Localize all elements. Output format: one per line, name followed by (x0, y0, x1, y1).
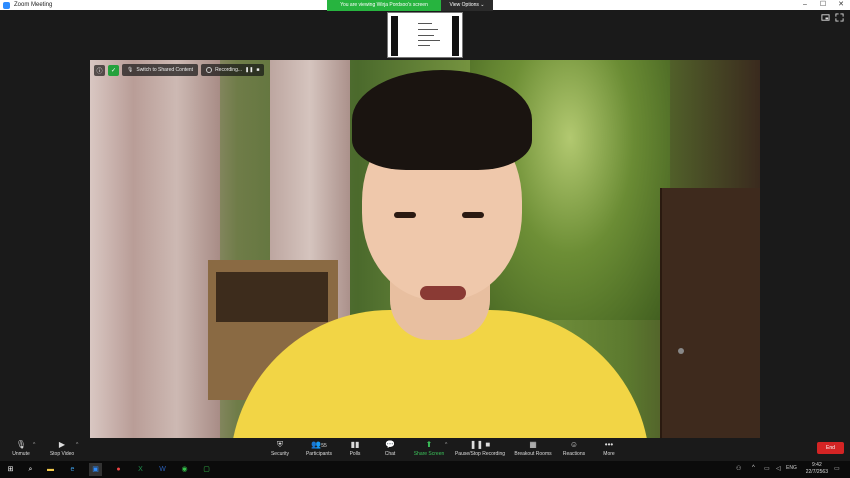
thumbnail-text-line (418, 23, 432, 24)
fullscreen-icon[interactable] (835, 13, 844, 22)
clock-time: 9:42 (812, 462, 822, 468)
speaker-eye-right (462, 212, 484, 218)
thumbnail-black-bar-right (452, 16, 459, 56)
breakout-rooms-label: Breakout Rooms (514, 451, 552, 457)
speaker-eye-left (394, 212, 416, 218)
view-options-button[interactable]: View Options ⌄ (441, 0, 493, 11)
video-door-knob (678, 348, 684, 354)
chrome-icon[interactable]: ● (112, 463, 125, 476)
window-controls: – ☐ ✕ (796, 0, 850, 10)
share-screen-button[interactable]: ⬆ Share Screen (412, 439, 446, 460)
reactions-label: Reactions (562, 451, 586, 457)
viewing-message: You are viewing Wirja Pordsoo's screen (327, 0, 441, 11)
chat-button[interactable]: 💬 Chat (380, 439, 400, 460)
muted-mic-icon: 🎙 (15, 440, 27, 449)
video-options-caret-icon[interactable]: ^ (76, 442, 78, 448)
zoom-app-icon (3, 1, 10, 9)
polls-label: Polls (349, 451, 361, 457)
video-shelf-inner (216, 272, 328, 322)
thumbnail-text-line (418, 29, 438, 30)
chat-label: Chat (384, 451, 396, 457)
window-title: Zoom Meeting (14, 2, 53, 8)
language-indicator[interactable]: ENG (786, 465, 797, 471)
unmute-label: Unmute (12, 451, 30, 457)
speaker-hair (352, 70, 532, 170)
file-explorer-icon[interactable]: ▬ (44, 463, 57, 476)
thumbnail-text-line (418, 35, 434, 36)
network-icon[interactable]: ▭ (764, 465, 770, 472)
thumbnail-text-line (418, 45, 430, 46)
pause-recording-icon[interactable]: ❚❚ (245, 64, 253, 76)
windows-start-icon[interactable]: ⊞ (4, 463, 17, 476)
shield-icon: ⛨ (277, 440, 283, 449)
smiley-icon: ☺ (569, 440, 579, 449)
more-button[interactable]: ••• More (598, 439, 620, 460)
stop-video-button[interactable]: ▶ Stop Video (46, 439, 78, 460)
volume-icon[interactable]: ◁ (776, 465, 781, 472)
encryption-shield-icon[interactable]: ✓ (108, 64, 119, 76)
minimize-button[interactable]: – (796, 0, 814, 10)
security-label: Security (270, 451, 290, 457)
green-app-icon[interactable]: ▢ (200, 463, 213, 476)
share-options-caret-icon[interactable]: ^ (445, 442, 447, 448)
speaker-video[interactable] (90, 60, 760, 438)
bar-chart-icon: ▮▮ (350, 440, 360, 449)
participants-label: Participants (305, 451, 333, 457)
security-button[interactable]: ⛨ Security (266, 439, 294, 460)
edge-browser-icon[interactable]: e (66, 463, 79, 476)
recording-indicator: Recording... ❚❚ ■ (201, 64, 265, 76)
top-right-icons (821, 13, 844, 22)
viewing-banner: You are viewing Wirja Pordsoo's screen V… (327, 0, 493, 11)
ellipsis-icon: ••• (604, 440, 614, 449)
speaker-mouth (420, 286, 466, 300)
pause-stop-recording-button[interactable]: ❚❚ ■ Pause/Stop Recording (454, 439, 506, 460)
mic-icon: 🎙 (127, 67, 134, 73)
pause-stop-recording-label: Pause/Stop Recording (454, 451, 506, 457)
audio-options-caret-icon[interactable]: ^ (33, 442, 35, 448)
gallery-view-icon[interactable] (821, 13, 830, 22)
end-meeting-button[interactable]: End (817, 442, 844, 454)
video-overlay-controls: ⓘ ✓ 🎙 Switch to Shared Content Recording… (94, 64, 265, 76)
thumbnail-black-bar-left (391, 16, 398, 56)
info-icon[interactable]: ⓘ (94, 64, 105, 76)
polls-button[interactable]: ▮▮ Polls (344, 439, 366, 460)
unmute-button[interactable]: 🎙 Unmute (8, 439, 34, 460)
share-screen-icon: ⬆ (425, 440, 433, 449)
more-label: More (603, 451, 615, 457)
word-icon[interactable]: W (156, 463, 169, 476)
shared-screen-thumbnail[interactable] (387, 12, 463, 58)
people-tray-icon[interactable]: ⚇ (736, 465, 741, 472)
close-button[interactable]: ✕ (832, 0, 850, 10)
windows-taskbar: ⊞ ⌕ ▬ e ▣ ● X W ◉ ▢ ⚇ ^ ▭ ◁ ENG 9:42 22/… (0, 461, 850, 478)
chevron-up-icon[interactable]: ^ (752, 465, 755, 471)
taskbar-clock[interactable]: 9:42 22/7/2563 (806, 462, 828, 476)
stop-recording-icon[interactable]: ■ (256, 64, 259, 76)
meeting-toolbar: 🎙 Unmute ^ ▶ Stop Video ^ ⛨ Security 👥55… (0, 438, 850, 461)
recording-label: Recording... (215, 67, 243, 73)
pause-stop-icon: ❚❚ ■ (469, 440, 491, 449)
switch-label: Switch to Shared Content (136, 67, 194, 73)
participants-button[interactable]: 👥55 Participants (301, 439, 337, 460)
excel-icon[interactable]: X (134, 463, 147, 476)
line-app-icon[interactable]: ◉ (178, 463, 191, 476)
record-icon (206, 67, 213, 73)
reactions-button[interactable]: ☺ Reactions (560, 439, 588, 460)
search-icon[interactable]: ⌕ (24, 463, 37, 476)
breakout-rooms-button[interactable]: ▦ Breakout Rooms (512, 439, 554, 460)
thumbnail-text-line (418, 40, 440, 41)
breakout-rooms-icon: ▦ (529, 440, 537, 449)
video-door (660, 188, 760, 438)
notifications-icon[interactable]: ▭ (834, 465, 840, 472)
participants-icon: 👥55 (311, 440, 327, 449)
zoom-taskbar-icon[interactable]: ▣ (89, 463, 102, 476)
chat-bubble-icon: 💬 (385, 440, 395, 449)
stop-video-label: Stop Video (49, 451, 75, 457)
maximize-button[interactable]: ☐ (814, 0, 832, 10)
switch-to-shared-content-button[interactable]: 🎙 Switch to Shared Content (122, 64, 199, 76)
clock-date: 22/7/2563 (805, 469, 828, 475)
share-screen-label: Share Screen (413, 451, 445, 457)
video-camera-icon: ▶ (58, 440, 66, 449)
participants-count: 55 (321, 443, 327, 449)
video-curtain-left (90, 60, 220, 438)
